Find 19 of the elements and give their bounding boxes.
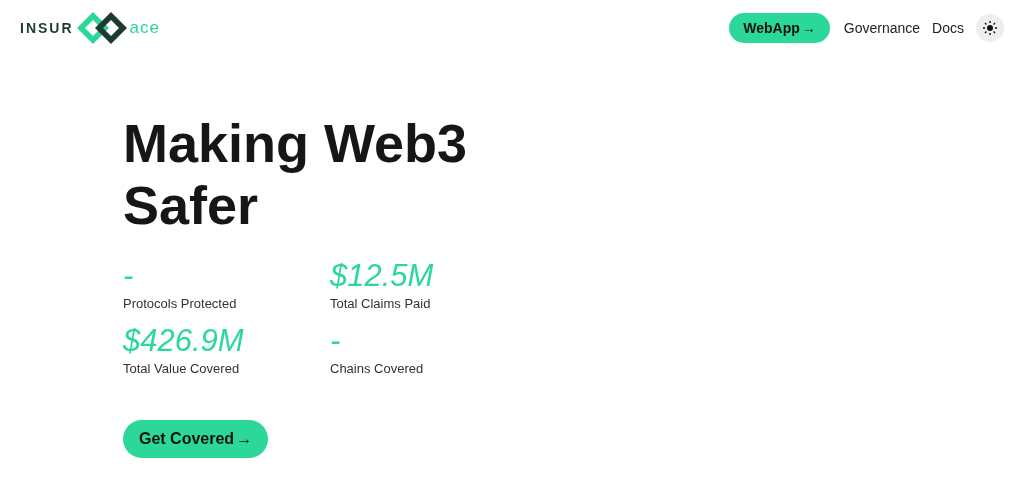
stat-label: Protocols Protected [123, 296, 237, 311]
nav-link[interactable]: Governance [843, 20, 921, 36]
stat-label: Chains Covered [330, 361, 424, 376]
stat-value: $12.5M [330, 258, 434, 294]
logo-icon [75, 10, 128, 46]
webapp-button[interactable]: WebApp→ [729, 13, 830, 43]
logo-text: ace [129, 18, 160, 38]
stat-value: - [330, 323, 341, 359]
sun-icon [983, 21, 997, 35]
stat-value: - [123, 258, 134, 294]
logo-text: INSUR [20, 20, 74, 36]
get-covered-button[interactable]: Get Covered→ [123, 420, 269, 458]
stat-label: Total Claims Paid [330, 296, 431, 311]
nav-link[interactable]: Docs [932, 20, 964, 36]
hero-heading: Safer [123, 174, 259, 236]
stat-value: $426.9M [123, 323, 244, 359]
stat-label: Total Value Covered [123, 361, 240, 376]
hero-heading: Making Web3 [123, 112, 468, 174]
theme-toggle-button[interactable] [976, 14, 1004, 42]
